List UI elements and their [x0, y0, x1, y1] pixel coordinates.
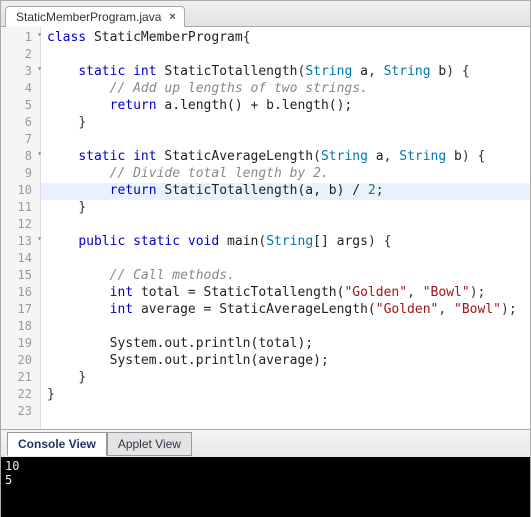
gutter-line: 6	[1, 115, 40, 132]
editor-tab-bar: StaticMemberProgram.java ×	[1, 1, 530, 27]
file-tab[interactable]: StaticMemberProgram.java ×	[5, 6, 185, 27]
code-line: static int StaticAverageLength(String a,…	[41, 149, 530, 166]
gutter-line: 2	[1, 47, 40, 64]
code-line: // Divide total length by 2.	[41, 166, 530, 183]
gutter-line[interactable]: 8	[1, 149, 40, 166]
gutter-line: 15	[1, 268, 40, 285]
gutter-line: 23	[1, 404, 40, 421]
gutter-line: 9	[1, 166, 40, 183]
gutter-line[interactable]: 1	[1, 30, 40, 47]
gutter-line: 16	[1, 285, 40, 302]
gutter-line: 19	[1, 336, 40, 353]
gutter-line: 5	[1, 98, 40, 115]
code-line: System.out.println(total);	[41, 336, 530, 353]
code-line: public static void main(String[] args) {	[41, 234, 530, 251]
gutter-line: 18	[1, 319, 40, 336]
code-line: }	[41, 200, 530, 217]
gutter-line: 22	[1, 387, 40, 404]
code-line: int total = StaticTotallength("Golden", …	[41, 285, 530, 302]
code-line	[41, 319, 530, 336]
gutter-line[interactable]: 13	[1, 234, 40, 251]
gutter-line: 14	[1, 251, 40, 268]
close-icon[interactable]: ×	[169, 11, 175, 23]
gutter-line[interactable]: 3	[1, 64, 40, 81]
line-gutter: 1 2 3 4 5 6 7 8 9 10 11 12 13 14 15 16 1…	[1, 27, 41, 429]
output-tab-bar: Console View Applet View	[1, 429, 530, 457]
code-line: }	[41, 115, 530, 132]
console-output[interactable]: 10 5	[1, 457, 530, 517]
tab-applet-view[interactable]: Applet View	[107, 432, 192, 456]
gutter-line: 4	[1, 81, 40, 98]
tab-console-view[interactable]: Console View	[7, 432, 107, 456]
gutter-line: 12	[1, 217, 40, 234]
file-tab-label: StaticMemberProgram.java	[16, 10, 161, 24]
code-line	[41, 217, 530, 234]
code-line	[41, 251, 530, 268]
code-line: System.out.println(average);	[41, 353, 530, 370]
gutter-line: 20	[1, 353, 40, 370]
code-line: int average = StaticAverageLength("Golde…	[41, 302, 530, 319]
code-line: // Call methods.	[41, 268, 530, 285]
gutter-line: 17	[1, 302, 40, 319]
code-line	[41, 47, 530, 64]
gutter-line: 10	[1, 183, 40, 200]
code-line: }	[41, 387, 530, 404]
code-line	[41, 132, 530, 149]
editor-area: 1 2 3 4 5 6 7 8 9 10 11 12 13 14 15 16 1…	[1, 27, 530, 429]
gutter-line: 11	[1, 200, 40, 217]
code-line: static int StaticTotallength(String a, S…	[41, 64, 530, 81]
code-line	[41, 404, 530, 421]
code-line-highlighted: return StaticTotallength(a, b) / 2;	[41, 183, 530, 200]
code-line: return a.length() + b.length();	[41, 98, 530, 115]
gutter-line: 7	[1, 132, 40, 149]
code-line: }	[41, 370, 530, 387]
code-line: class StaticMemberProgram{	[41, 30, 530, 47]
gutter-line: 21	[1, 370, 40, 387]
code-area[interactable]: class StaticMemberProgram{ static int St…	[41, 27, 530, 429]
code-line: // Add up lengths of two strings.	[41, 81, 530, 98]
